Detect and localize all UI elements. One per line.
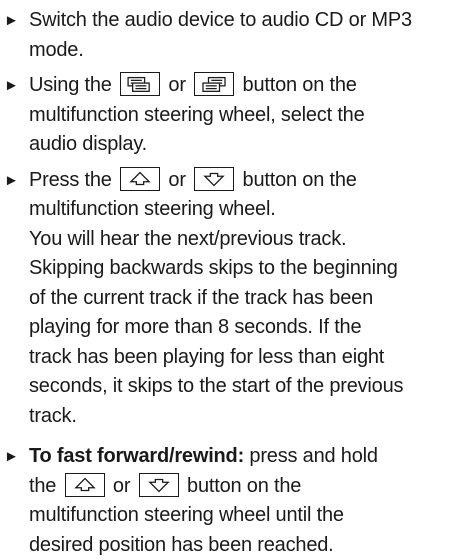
step-2-text-c: button on the bbox=[243, 74, 357, 96]
step-3: ► Press the or button on the multifuncti… bbox=[4, 166, 455, 432]
arrow-up-icon bbox=[65, 473, 105, 497]
bullet-icon: ► bbox=[4, 442, 19, 472]
step-3-line-7: track has been playing for less than eig… bbox=[29, 343, 455, 373]
step-4-text-a: the bbox=[29, 475, 56, 497]
step-4-text-rest: press and hold bbox=[244, 445, 378, 467]
instruction-list: ► Switch the audio device to audio CD or… bbox=[0, 0, 463, 560]
step-3-text-b: or bbox=[168, 169, 185, 191]
step-3-line-3: You will hear the next/previous track. bbox=[29, 225, 455, 255]
display-prev-icon bbox=[120, 72, 160, 96]
bullet-icon: ► bbox=[4, 71, 19, 101]
step-4-text-c: button on the bbox=[187, 475, 301, 497]
step-4-line-2: the or button on the bbox=[29, 472, 455, 502]
step-3-line-9: track. bbox=[29, 402, 455, 432]
step-4-text-b: or bbox=[113, 475, 130, 497]
step-1-line-1: Switch the audio device to audio CD or M… bbox=[29, 6, 455, 36]
step-3-line-4: Skipping backwards skips to the beginnin… bbox=[29, 254, 455, 284]
step-2: ► Using the or bbox=[4, 71, 455, 160]
step-3-line-1: Press the or button on the bbox=[29, 166, 455, 196]
step-3-line-2: multifunction steering wheel. bbox=[29, 195, 455, 225]
arrow-down-icon bbox=[194, 167, 234, 191]
arrow-down-icon bbox=[139, 473, 179, 497]
bullet-icon: ► bbox=[4, 166, 19, 196]
step-1-line-2: mode. bbox=[29, 36, 455, 66]
step-3-line-8: seconds, it skips to the start of the pr… bbox=[29, 372, 455, 402]
step-3-line-6: playing for more than 8 seconds. If the bbox=[29, 313, 455, 343]
bullet-icon: ► bbox=[4, 6, 19, 36]
arrow-up-icon bbox=[120, 167, 160, 191]
step-2-text-a: Using the bbox=[29, 74, 112, 96]
step-4-bold-lead: To fast forward/rewind: bbox=[29, 445, 244, 467]
step-4-line-1: To fast forward/rewind: press and hold bbox=[29, 442, 455, 472]
step-4: ► To fast forward/rewind: press and hold… bbox=[4, 442, 455, 560]
step-2-text-b: or bbox=[168, 74, 185, 96]
step-1: ► Switch the audio device to audio CD or… bbox=[4, 6, 455, 65]
display-next-icon bbox=[194, 72, 234, 96]
step-2-line-2: multifunction steering wheel, select the bbox=[29, 101, 455, 131]
step-3-text-c: button on the bbox=[243, 169, 357, 191]
step-2-line-1: Using the or bbox=[29, 71, 455, 101]
step-2-line-3: audio display. bbox=[29, 130, 455, 160]
step-4-line-3: multifunction steering wheel until the bbox=[29, 501, 455, 531]
step-3-text-a: Press the bbox=[29, 169, 112, 191]
step-4-line-4: desired position has been reached. bbox=[29, 531, 455, 560]
step-3-line-5: of the current track if the track has be… bbox=[29, 284, 455, 314]
